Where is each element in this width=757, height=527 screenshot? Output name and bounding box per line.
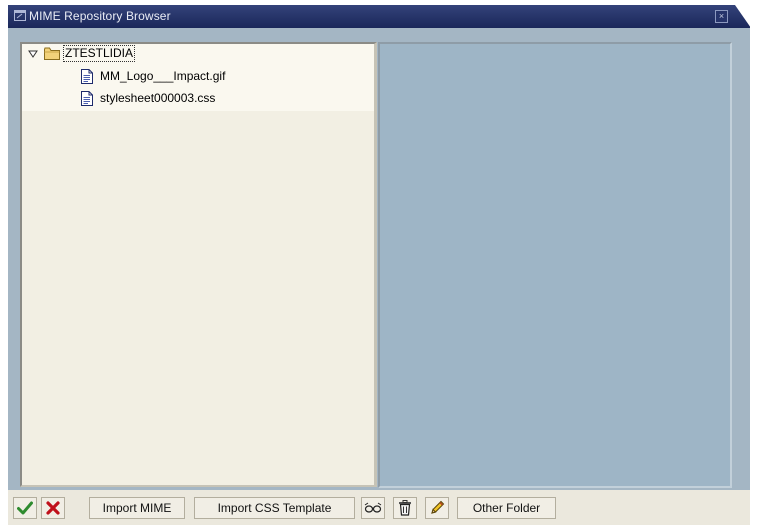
tree-pane[interactable]: ZTESTLIDIA MM_Logo___Impact.gif styleshe… (20, 42, 377, 487)
file-label: stylesheet000003.css (100, 91, 216, 105)
document-icon (81, 68, 93, 84)
checkmark-icon (17, 501, 33, 515)
pencil-icon (431, 500, 445, 514)
import-css-template-button[interactable]: Import CSS Template (194, 497, 355, 519)
tree-list: ZTESTLIDIA MM_Logo___Impact.gif styleshe… (22, 44, 374, 111)
document-icon (81, 90, 93, 106)
trash-icon (399, 500, 411, 516)
tree-node-root[interactable]: ZTESTLIDIA (22, 44, 374, 64)
mime-repository-dialog: MIME Repository Browser × ZTESTLIDIA MM_… (8, 5, 751, 525)
glasses-icon (364, 502, 382, 513)
expand-triangle-icon[interactable] (28, 49, 38, 59)
other-folder-button[interactable]: Other Folder (457, 497, 556, 519)
cancel-x-icon (46, 501, 60, 515)
window-icon (14, 10, 26, 21)
window-title: MIME Repository Browser (29, 9, 171, 23)
confirm-button[interactable] (13, 497, 37, 519)
close-icon[interactable]: × (715, 10, 728, 23)
title-bar[interactable]: MIME Repository Browser × (8, 5, 751, 28)
import-mime-button[interactable]: Import MIME (89, 497, 185, 519)
content-pane[interactable] (378, 42, 732, 488)
button-toolbar: Import MIME Import CSS Template Other Fo… (8, 490, 750, 525)
title-corner (735, 5, 751, 28)
delete-button[interactable] (393, 497, 417, 519)
display-button[interactable] (361, 497, 385, 519)
tree-file-item[interactable]: MM_Logo___Impact.gif (81, 66, 225, 86)
folder-icon (44, 47, 60, 60)
tree-file-item[interactable]: stylesheet000003.css (81, 88, 215, 108)
tree-root-label[interactable]: ZTESTLIDIA (63, 45, 136, 62)
file-label: MM_Logo___Impact.gif (100, 69, 226, 83)
edit-button[interactable] (425, 497, 449, 519)
cancel-button[interactable] (41, 497, 65, 519)
